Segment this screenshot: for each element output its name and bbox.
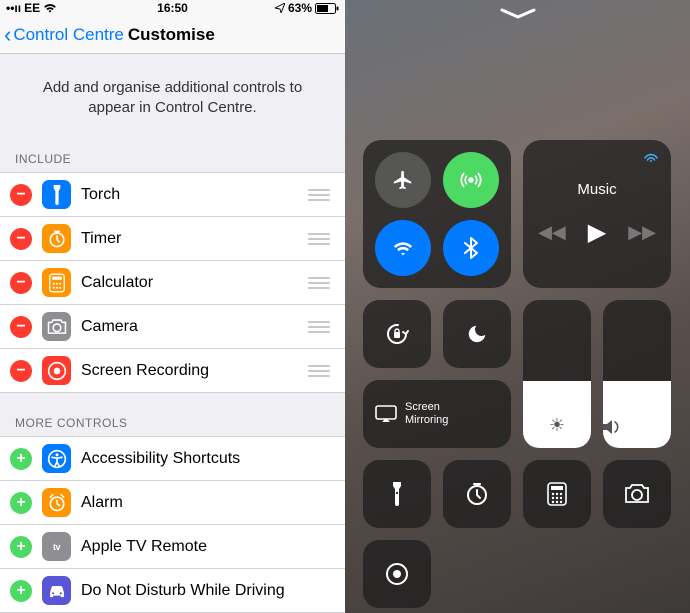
airplay-indicator-icon — [643, 150, 659, 162]
app-icon — [42, 488, 71, 517]
carrier-label: EE — [24, 1, 40, 15]
nav-title: Customise — [128, 25, 215, 45]
screen-mirroring-label: Screen Mirroring — [405, 401, 448, 427]
next-track-button[interactable]: ▶▶ — [628, 222, 656, 243]
row-label: Alarm — [81, 494, 330, 512]
screen-mirroring-icon — [375, 405, 397, 423]
chevron-left-icon: ‹ — [4, 24, 11, 46]
clock: 16:50 — [117, 1, 228, 15]
drag-handle[interactable] — [308, 365, 330, 377]
do-not-disturb-button[interactable] — [443, 300, 511, 368]
signal-icon: ••ıı — [6, 1, 21, 15]
music-label: Music — [577, 181, 616, 198]
list-row: + Accessibility Shortcuts — [0, 437, 345, 481]
control-centre-pane: Music ◀◀ ▶ ▶▶ — [345, 0, 690, 613]
wifi-icon — [43, 3, 57, 13]
row-label: Accessibility Shortcuts — [81, 450, 330, 468]
orientation-lock-button[interactable] — [363, 300, 431, 368]
add-button[interactable]: + — [10, 536, 32, 558]
list-row: − Screen Recording — [0, 349, 345, 393]
camera-button[interactable] — [603, 460, 671, 528]
cellular-data-button[interactable] — [443, 152, 499, 208]
row-label: Camera — [81, 318, 298, 336]
nav-back-button[interactable]: ‹ Control Centre — [4, 24, 124, 46]
list-row: + Do Not Disturb While Driving — [0, 569, 345, 613]
list-row: − Camera — [0, 305, 345, 349]
volume-icon — [603, 418, 671, 436]
description-text: Add and organise additional controls to … — [0, 54, 345, 147]
airplane-mode-button[interactable] — [375, 152, 431, 208]
row-label: Do Not Disturb While Driving — [81, 582, 330, 600]
nav-bar: ‹ Control Centre Customise — [0, 17, 345, 54]
app-icon — [42, 180, 71, 209]
include-list: − Torch − Timer − Calculator − Camera − Screen Re… — [0, 172, 345, 393]
drag-handle[interactable] — [308, 233, 330, 245]
section-header-more: MORE CONTROLS — [0, 410, 345, 436]
battery-pct: 63% — [288, 1, 312, 15]
list-row: − Calculator — [0, 261, 345, 305]
row-label: Torch — [81, 186, 298, 204]
connectivity-platter — [363, 140, 511, 288]
torch-button[interactable] — [363, 460, 431, 528]
list-row: − Timer — [0, 217, 345, 261]
add-button[interactable]: + — [10, 580, 32, 602]
screen-recording-button[interactable] — [363, 540, 431, 608]
more-list: + Accessibility Shortcuts + Alarm + tv Apple T… — [0, 436, 345, 613]
section-header-include: INCLUDE — [0, 146, 345, 172]
grabber-handle[interactable] — [500, 8, 536, 20]
remove-button[interactable]: − — [10, 316, 32, 338]
row-label: Apple TV Remote — [81, 538, 330, 556]
music-controls: ◀◀ ▶ ▶▶ — [538, 218, 656, 247]
add-button[interactable]: + — [10, 448, 32, 470]
list-row: + tv Apple TV Remote — [0, 525, 345, 569]
remove-button[interactable]: − — [10, 228, 32, 250]
app-icon: tv — [42, 532, 71, 561]
screen-mirroring-button[interactable]: Screen Mirroring — [363, 380, 511, 448]
status-bar: ••ıı EE 16:50 63% — [0, 0, 345, 17]
nav-back-label: Control Centre — [13, 25, 124, 45]
bluetooth-button[interactable] — [443, 220, 499, 276]
wifi-button[interactable] — [375, 220, 431, 276]
remove-button[interactable]: − — [10, 184, 32, 206]
location-icon — [275, 3, 285, 13]
app-icon — [42, 312, 71, 341]
row-label: Timer — [81, 230, 298, 248]
app-icon — [42, 356, 71, 385]
row-label: Calculator — [81, 274, 298, 292]
app-icon — [42, 576, 71, 605]
battery-icon — [315, 3, 339, 14]
settings-pane: ••ıı EE 16:50 63% ‹ Control Centre Custo… — [0, 0, 345, 613]
calculator-button[interactable] — [523, 460, 591, 528]
remove-button[interactable]: − — [10, 272, 32, 294]
add-button[interactable]: + — [10, 492, 32, 514]
prev-track-button[interactable]: ◀◀ — [538, 222, 566, 243]
app-icon — [42, 444, 71, 473]
list-row: − Torch — [0, 173, 345, 217]
play-button[interactable]: ▶ — [588, 218, 606, 247]
timer-button[interactable] — [443, 460, 511, 528]
drag-handle[interactable] — [308, 277, 330, 289]
remove-button[interactable]: − — [10, 360, 32, 382]
app-icon — [42, 268, 71, 297]
list-row: + Alarm — [0, 481, 345, 525]
brightness-slider[interactable]: ☀︎ — [523, 300, 591, 448]
drag-handle[interactable] — [308, 189, 330, 201]
row-label: Screen Recording — [81, 362, 298, 380]
brightness-icon: ☀︎ — [523, 415, 591, 436]
music-platter[interactable]: Music ◀◀ ▶ ▶▶ — [523, 140, 671, 288]
volume-slider[interactable] — [603, 300, 671, 448]
drag-handle[interactable] — [308, 321, 330, 333]
app-icon — [42, 224, 71, 253]
